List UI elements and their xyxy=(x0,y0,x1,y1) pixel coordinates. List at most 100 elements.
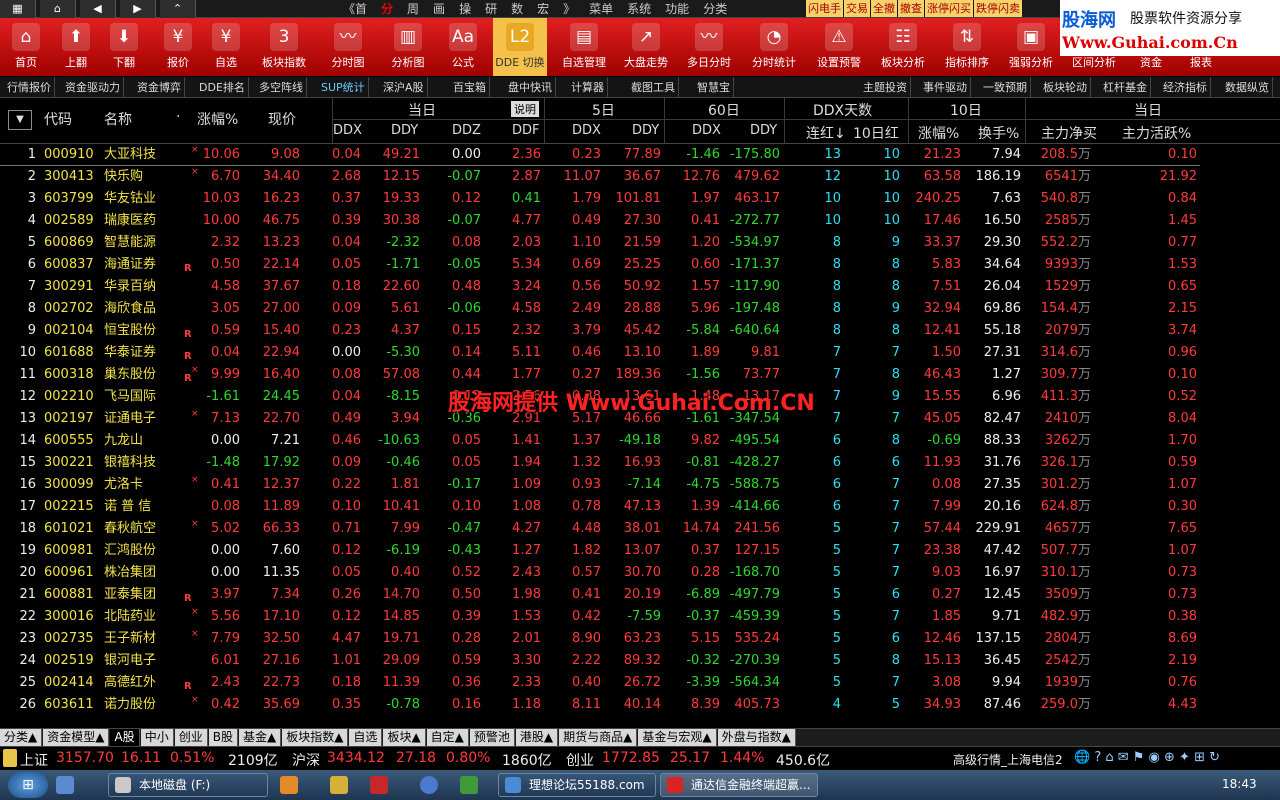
toolbar-trend-button[interactable]: ↗ 大盘走势 xyxy=(617,18,675,76)
header-ddy-5d[interactable]: DDY xyxy=(632,123,659,138)
nav-item[interactable]: 功能 xyxy=(658,0,696,18)
toolbar-formula-button[interactable]: Aa 公式 xyxy=(438,18,488,76)
table-row[interactable]: 6 600837 海通证券 R 0.50 22.14 0.05 -1.71 -0.05 5.34 0… xyxy=(0,254,1280,276)
quick-button[interactable]: 涨停闪买 xyxy=(925,0,973,17)
table-row[interactable]: 17 002215 诺 普 信 0.08 11.89 0.10 10.41 0.10 1.08 0… xyxy=(0,496,1280,518)
toolbar-home-button[interactable]: ⌂ 首页 xyxy=(0,18,52,76)
table-row[interactable]: 5 600869 智慧能源 2.32 13.23 0.04 -2.32 0.08 2.03 1.1… xyxy=(0,232,1280,254)
market-tab[interactable]: 港股▲ xyxy=(515,729,559,746)
sub-tab[interactable]: 多空阵线 xyxy=(256,77,307,98)
table-row[interactable]: 21 600881 亚泰集团 R 3.97 7.34 0.26 14.70 0.50 1.98 0.… xyxy=(0,584,1280,606)
market-tab[interactable]: 预警池 xyxy=(469,729,515,746)
column-menu-icon[interactable]: ▼ xyxy=(8,110,32,130)
header-name[interactable]: 名称 xyxy=(104,109,132,129)
sub-tab[interactable]: 计算器 xyxy=(568,77,608,98)
header-ddy-60d[interactable]: DDY xyxy=(750,123,777,138)
quick-button[interactable]: 跌停闪卖 xyxy=(974,0,1022,17)
header-ddz[interactable]: DDZ xyxy=(452,123,481,138)
header-10day-pct[interactable]: 涨幅% xyxy=(918,123,959,143)
qq-icon[interactable] xyxy=(460,776,478,794)
nav-item[interactable]: 分类 xyxy=(696,0,734,18)
toolbar-l2-button[interactable]: L2 DDE 切换 xyxy=(493,18,547,76)
table-row[interactable]: 1 000910 大亚科技 × 10.06 9.08 0.04 49.21 0.00 2.36 0.… xyxy=(0,144,1280,166)
table-row[interactable]: 24 002519 银河电子 6.01 27.16 1.01 29.09 0.59 3.30 2.… xyxy=(0,650,1280,672)
nav-item[interactable]: 系统 xyxy=(620,0,658,18)
header-main-active[interactable]: 主力活跃% xyxy=(1122,123,1191,143)
market-tab[interactable]: 自定▲ xyxy=(426,729,469,746)
collapse-up-icon[interactable]: ⌃ xyxy=(160,0,196,18)
table-row[interactable]: 20 600961 株冶集团 0.00 11.35 0.05 0.40 0.52 2.43 0.5… xyxy=(0,562,1280,584)
table-row[interactable]: 19 600981 汇鸿股份 0.00 7.60 0.12 -6.19 -0.43 1.27 1.… xyxy=(0,540,1280,562)
task-local-disk[interactable]: 本地磁盘 (F:) xyxy=(108,773,268,797)
nav-item[interactable]: 操 xyxy=(452,0,478,18)
header-10day-red[interactable]: 10日红 xyxy=(853,123,899,143)
sub-tab[interactable]: 板块轮动 xyxy=(1040,77,1091,98)
table-row[interactable]: 8 002702 海欣食品 3.05 27.00 0.09 5.61 -0.06 4.58 2.4… xyxy=(0,298,1280,320)
sub-tab[interactable]: 资金博弈 xyxy=(134,77,185,98)
toolbar-arrow-up-button[interactable]: ⬆ 上翻 xyxy=(52,18,100,76)
app-icon[interactable] xyxy=(370,776,388,794)
sub-tab[interactable]: 资金驱动力 xyxy=(62,77,124,98)
browser-icon[interactable] xyxy=(420,776,438,794)
table-row[interactable]: 18 601021 春秋航空 × 5.02 66.33 0.71 7.99 -0.47 4.27 4… xyxy=(0,518,1280,540)
table-row[interactable]: 26 603611 诺力股份 × 0.42 35.69 0.35 -0.78 0.16 1.18 8… xyxy=(0,694,1280,716)
nav-item[interactable]: 宏 xyxy=(530,0,556,18)
toolbar-sort-button[interactable]: ⇅ 指标排序 xyxy=(936,18,998,76)
market-tab[interactable]: 资金模型▲ xyxy=(43,729,110,746)
header-change-pct[interactable]: 涨幅% xyxy=(197,109,238,129)
table-row[interactable]: 11 600318 巢东股份 × R 9.99 16.40 0.08 57.08 0.44 1.77… xyxy=(0,364,1280,386)
toolbar-pie-chart-button[interactable]: ◔ 分时统计 xyxy=(742,18,806,76)
toolbar-arrow-down-button[interactable]: ⬇ 下翻 xyxy=(100,18,148,76)
quick-button[interactable]: 全撤 xyxy=(871,0,897,17)
toolbar-quote-button[interactable]: ¥ 报价 xyxy=(155,18,201,76)
market-tab[interactable]: 基金与宏观▲ xyxy=(638,729,717,746)
market-tab[interactable]: 板块▲ xyxy=(383,729,426,746)
header-turnover[interactable]: 换手% xyxy=(978,123,1019,143)
market-tab[interactable]: 自选 xyxy=(349,729,383,746)
nav-item[interactable]: 》 xyxy=(556,0,582,18)
nav-item[interactable]: 分 xyxy=(374,0,400,18)
table-row[interactable]: 2 300413 快乐购 × 6.70 34.40 2.68 12.15 -0.07 2.87 11… xyxy=(0,166,1280,188)
sub-tab[interactable]: 截图工具 xyxy=(628,77,679,98)
toolbar-calendar-button[interactable]: 3 板块指数 xyxy=(252,18,316,76)
connection-status[interactable]: 高级行情_上海电信2 xyxy=(953,751,1063,768)
market-tab[interactable]: 板块指数▲ xyxy=(282,729,349,746)
header-ddf[interactable]: DDF xyxy=(512,123,540,138)
task-tdx[interactable]: 通达信金融终端超赢... xyxy=(660,773,818,797)
quick-button[interactable]: 交易 xyxy=(844,0,870,17)
header-main-netbuy[interactable]: 主力净买 xyxy=(1041,123,1097,143)
nav-item[interactable]: 画 xyxy=(426,0,452,18)
task-forum[interactable]: 理想论坛55188.com xyxy=(498,773,656,797)
market-tab[interactable]: 期货与商品▲ xyxy=(559,729,638,746)
table-row[interactable]: 9 002104 恒宝股份 R 0.59 15.40 0.23 4.37 0.15 2.32 3.7… xyxy=(0,320,1280,342)
market-tab[interactable]: 外盘与指数▲ xyxy=(717,729,796,746)
start-button[interactable]: ⊞ xyxy=(8,772,48,798)
explorer-icon[interactable] xyxy=(330,776,348,794)
table-row[interactable]: 3 603799 华友钴业 10.03 16.23 0.37 19.33 0.12 0.41 1.… xyxy=(0,188,1280,210)
sub-tab[interactable]: 主题投资 xyxy=(860,77,911,98)
sub-tab[interactable]: 数据纵览 xyxy=(1222,77,1273,98)
header-price[interactable]: 现价 xyxy=(268,109,296,129)
header-ddx-60d[interactable]: DDX xyxy=(692,123,721,138)
header-consecutive-red[interactable]: 连红↓ xyxy=(806,123,846,143)
nav-item[interactable]: 《首 xyxy=(336,0,374,18)
table-row[interactable]: 14 600555 九龙山 0.00 7.21 0.46 -10.63 0.05 1.41 1.3… xyxy=(0,430,1280,452)
toolbar-multi-day-button[interactable]: 〰多日分时 xyxy=(680,18,738,76)
table-row[interactable]: 16 300099 尤洛卡 × 0.41 12.37 0.22 1.81 -0.17 1.09 0.… xyxy=(0,474,1280,496)
quick-button[interactable]: 撤查 xyxy=(898,0,924,17)
toolbar-strength-button[interactable]: ▣ 强弱分析 xyxy=(1000,18,1062,76)
market-tab[interactable]: 中小 xyxy=(140,729,174,746)
nav-item[interactable]: 周 xyxy=(400,0,426,18)
header-ddx-5d[interactable]: DDX xyxy=(572,123,601,138)
market-tab[interactable]: 创业 xyxy=(174,729,208,746)
window-menu-icon[interactable]: ▦ xyxy=(0,0,36,18)
toolbar-warning-button[interactable]: ⚠ 设置预警 xyxy=(808,18,870,76)
sub-tab[interactable]: SUP统计 xyxy=(318,77,369,98)
table-row[interactable]: 25 002414 高德红外 R 2.43 22.73 0.18 11.39 0.36 2.33 0… xyxy=(0,672,1280,694)
ie-icon[interactable] xyxy=(56,776,74,794)
forward-icon[interactable]: ▶ xyxy=(120,0,156,18)
market-tab[interactable]: B股 xyxy=(208,729,238,746)
header-ddy[interactable]: DDY xyxy=(391,123,418,138)
home-small-icon[interactable]: ⌂ xyxy=(40,0,76,18)
sub-tab[interactable]: 一致预期 xyxy=(980,77,1031,98)
